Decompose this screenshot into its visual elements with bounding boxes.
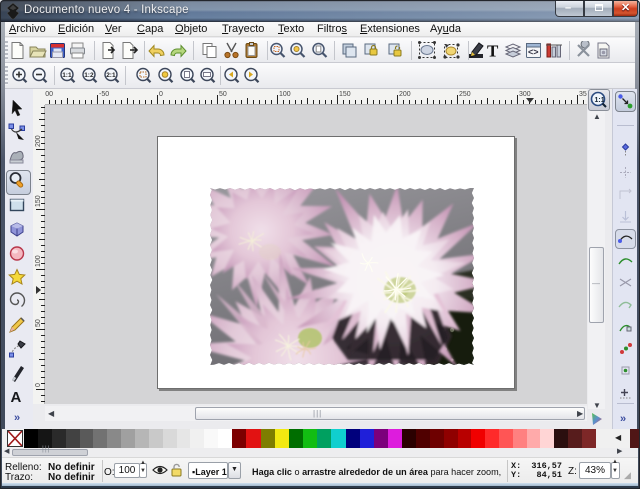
svg-text:100: 100 bbox=[35, 255, 42, 267]
svg-text:0: 0 bbox=[35, 383, 42, 387]
svg-text:300: 300 bbox=[519, 91, 531, 98]
svg-text:200: 200 bbox=[35, 135, 42, 147]
svg-text:1:2: 1:2 bbox=[84, 72, 94, 79]
svg-text:50: 50 bbox=[219, 91, 227, 98]
svg-text:1:1: 1:1 bbox=[62, 72, 72, 79]
svg-text:350: 350 bbox=[579, 91, 587, 98]
svg-text:100: 100 bbox=[279, 91, 291, 98]
svg-text:150: 150 bbox=[35, 195, 42, 207]
svg-text:<>: <> bbox=[528, 47, 539, 57]
svg-text:50: 50 bbox=[35, 319, 42, 327]
svg-text:A: A bbox=[11, 389, 22, 405]
svg-text:150: 150 bbox=[339, 91, 351, 98]
svg-text:-100: -100 bbox=[45, 91, 53, 98]
svg-text:-50: -50 bbox=[99, 91, 109, 98]
svg-text:T: T bbox=[487, 42, 499, 61]
svg-text:200: 200 bbox=[399, 91, 411, 98]
svg-text:2:1: 2:1 bbox=[106, 72, 116, 79]
svg-text:250: 250 bbox=[459, 91, 471, 98]
svg-text:0: 0 bbox=[159, 91, 163, 98]
